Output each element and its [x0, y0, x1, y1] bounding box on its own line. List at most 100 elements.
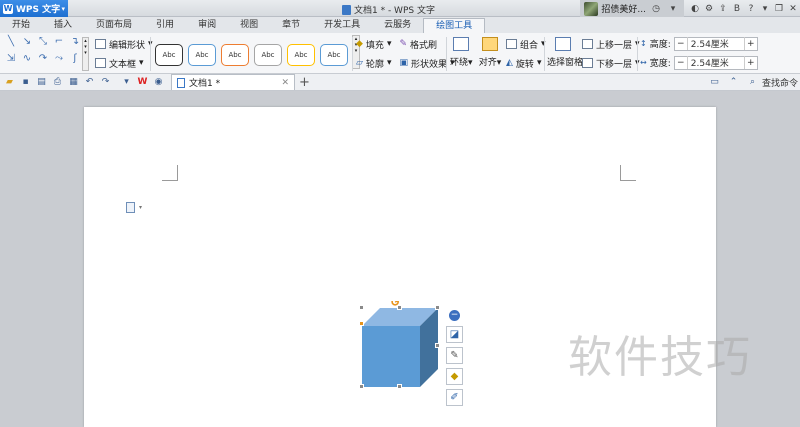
shape-style-preset[interactable]: Abc [287, 44, 315, 66]
chevron-down-icon[interactable]: ▾ [139, 204, 142, 211]
export-pdf-icon[interactable]: ▤ [35, 76, 48, 89]
double-arrow-line-icon[interactable]: ⤡ [36, 35, 50, 49]
gallery-scroll-button[interactable]: ▴ ▾ ▾ [82, 37, 89, 71]
layout-options-button[interactable]: ◪ [446, 326, 463, 343]
shape-style-preset[interactable]: Abc [254, 44, 282, 66]
help-icon[interactable]: ? [744, 2, 758, 16]
tab-developer[interactable]: 开发工具 [312, 18, 372, 33]
elbow-arrow-icon[interactable]: ↴ [68, 35, 82, 49]
open-folder-icon[interactable]: ▰ [3, 76, 16, 89]
elbow-connector-icon[interactable]: ⌐ [52, 35, 66, 49]
outline-button[interactable]: ▱ 轮廓 ▾ [356, 55, 391, 71]
height-input[interactable]: 2.54厘米 [686, 37, 745, 50]
increase-height-button[interactable]: + [745, 39, 757, 49]
fill-quick-button[interactable]: ◆ [446, 368, 463, 385]
tab-cloud[interactable]: 云服务 [372, 18, 423, 33]
chevron-down-icon: ▾ [386, 58, 392, 68]
wps-logo-icon[interactable]: W [136, 76, 149, 89]
document-tab[interactable]: 文档1 * ✕ [171, 74, 295, 90]
cube-shape[interactable] [359, 297, 440, 391]
shape-effects-icon: ▣ [399, 58, 408, 68]
tab-insert[interactable]: 插入 [42, 18, 84, 33]
skin-icon[interactable]: ◐ [688, 2, 702, 16]
shape-style-preset[interactable]: Abc [155, 44, 183, 66]
shape-style-preset[interactable]: Abc [320, 44, 348, 66]
elbow-double-arrow-icon[interactable]: ⇲ [4, 52, 18, 66]
send-backward-button[interactable]: 下移一层 ▾ [582, 55, 640, 71]
app-menu-button[interactable]: W WPS 文字 ▾ [0, 0, 68, 17]
wrap-button[interactable]: 环绕▾ [450, 37, 473, 68]
save-icon[interactable]: ▪ [19, 76, 32, 89]
document-canvas: ▾ − ◪ ✎ ◆ ✐ 软件技巧 [0, 91, 800, 427]
curve-double-arrow-icon[interactable]: ⤳ [52, 52, 66, 66]
resize-handle[interactable] [359, 305, 364, 310]
shape-style-preset[interactable]: Abc [188, 44, 216, 66]
increase-width-button[interactable]: + [745, 58, 757, 68]
line-shapes-gallery: ╲ ↘ ⤡ ⌐ ↴ ⇲ ∿ ↷ ⤳ ʃ [4, 35, 82, 66]
redo-icon[interactable]: ↷ [99, 76, 112, 89]
paint-bucket-icon: ◆ [356, 39, 363, 49]
print-preview-icon[interactable]: ▦ [67, 76, 80, 89]
send-backward-icon [582, 58, 593, 68]
tab-sections[interactable]: 章节 [270, 18, 312, 33]
edit-shape-button[interactable]: 编辑形状 ▾ [95, 36, 153, 52]
new-tab-icon[interactable]: + [298, 75, 311, 90]
wrap-text-icon: ◪ [449, 329, 460, 340]
shape-edit-button[interactable]: ✎ [446, 347, 463, 364]
share-icon[interactable]: ⇪ [716, 2, 730, 16]
tab-page-layout[interactable]: 页面布局 [84, 18, 144, 33]
paragraph-layout-icon[interactable] [126, 202, 135, 213]
rotate-icon: ◭ [506, 58, 513, 68]
undo-icon[interactable]: ↶ [83, 76, 96, 89]
format-painter-label: 格式刷 [410, 40, 438, 51]
rotate-button[interactable]: ◭ 旋转 ▾ [506, 55, 546, 71]
decrease-width-button[interactable]: − [675, 58, 687, 68]
print-icon[interactable]: ⎙ [51, 76, 64, 89]
find-command-input[interactable]: 查找命令 [762, 76, 798, 89]
selection-pane-button[interactable]: 选择窗格 [547, 37, 583, 68]
align-button[interactable]: 对齐▾ [478, 37, 502, 68]
chevron-down-icon: ▾ [468, 58, 473, 68]
user-account[interactable]: 招债美好... ◷ ▾ [580, 0, 684, 17]
bold-b-icon[interactable]: B [730, 2, 744, 16]
tab-view[interactable]: 视图 [228, 18, 270, 33]
close-icon[interactable]: ✕ [786, 2, 800, 16]
format-painter-button[interactable]: ✎ 格式刷 [399, 36, 437, 52]
close-icon[interactable]: ✕ [281, 78, 289, 88]
collapse-ribbon-icon[interactable]: ⌃ [727, 76, 740, 89]
group-button[interactable]: 组合 ▾ [506, 36, 546, 52]
tab-drawing-tools[interactable]: 绘图工具 [423, 18, 486, 33]
shape-styles-gallery: Abc Abc Abc Abc Abc Abc ▴ ▾ ▾ [155, 35, 360, 69]
curve-connector-icon[interactable]: ∿ [20, 52, 34, 66]
restore-window-icon[interactable]: ❐ [772, 2, 786, 16]
tab-home[interactable]: 开始 [0, 18, 42, 33]
resize-handle[interactable] [397, 384, 402, 389]
tab-review[interactable]: 审阅 [186, 18, 228, 33]
comment-icon[interactable]: ▭ [708, 76, 721, 89]
resize-handle[interactable] [359, 384, 364, 389]
text-box-button[interactable]: 文本框 ▾ [95, 55, 153, 71]
clock-icon: ◷ [652, 3, 660, 14]
outline-quick-button[interactable]: ✐ [446, 389, 463, 406]
chevron-down-icon[interactable]: ▾ [120, 76, 133, 89]
tab-references[interactable]: 引用 [144, 18, 186, 33]
curve-arrow-icon[interactable]: ↷ [36, 52, 50, 66]
globe-icon[interactable]: ◉ [152, 76, 165, 89]
chevron-down-icon[interactable]: ▾ [758, 2, 772, 16]
width-input[interactable]: 2.54厘米 [686, 56, 745, 69]
adjust-handle[interactable] [359, 321, 364, 326]
wps-logo-icon: W [3, 3, 13, 14]
bring-forward-button[interactable]: 上移一层 ▾ [582, 36, 640, 52]
collapse-icon[interactable]: − [449, 310, 460, 321]
line-icon[interactable]: ╲ [4, 35, 18, 49]
arrow-line-icon[interactable]: ↘ [20, 35, 34, 49]
fill-button[interactable]: ◆ 填充 ▾ [356, 36, 391, 52]
edit-shape-icon [95, 39, 106, 49]
freeform-icon[interactable]: ʃ [68, 52, 82, 66]
settings-icon[interactable]: ⚙ [702, 2, 716, 16]
decrease-height-button[interactable]: − [675, 39, 687, 49]
resize-handle[interactable] [397, 305, 402, 310]
shape-style-preset[interactable]: Abc [221, 44, 249, 66]
resize-handle[interactable] [435, 343, 440, 348]
resize-handle[interactable] [435, 305, 440, 310]
